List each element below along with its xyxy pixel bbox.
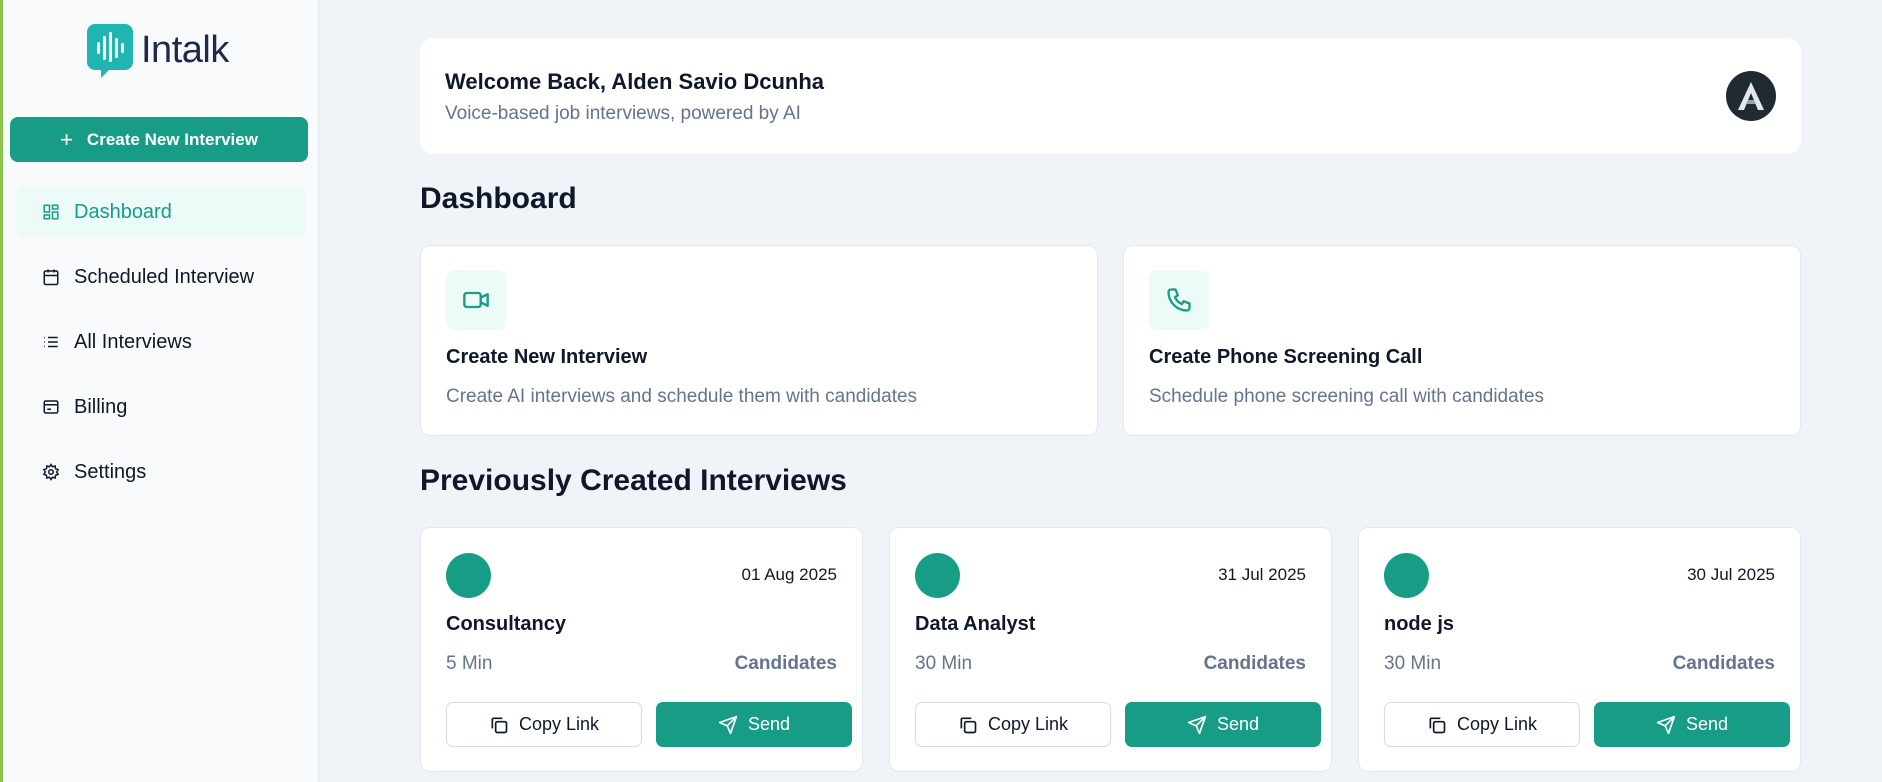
interview-card: 31 Jul 2025 Data Analyst 30 Min Candidat… — [889, 527, 1332, 772]
interview-name: node js — [1384, 613, 1455, 635]
copy-link-button[interactable]: Copy Link — [446, 702, 642, 747]
sidebar-item-billing[interactable]: Billing — [16, 382, 306, 432]
send-icon — [718, 715, 738, 734]
logo[interactable]: Intalk — [87, 24, 229, 78]
copy-link-label: Copy Link — [1456, 714, 1538, 734]
interview-duration: 30 Min — [915, 653, 973, 674]
sidebar-item-label: Scheduled Interview — [74, 265, 255, 288]
interview-avatar — [915, 553, 960, 598]
interview-card: 30 Jul 2025 node js 30 Min Candidates Co… — [1358, 527, 1801, 772]
action-title: Create Phone Screening Call — [1149, 346, 1423, 368]
section-title-previous: Previously Created Interviews — [420, 464, 847, 497]
interview-duration: 30 Min — [1384, 653, 1442, 674]
video-camera-icon — [446, 270, 506, 330]
dashboard-grid-icon — [43, 204, 59, 220]
send-button[interactable]: Send — [656, 702, 852, 747]
sidebar-nav: Dashboard Scheduled Interview All Interv… — [16, 187, 306, 512]
phone-screening-card[interactable]: Create Phone Screening Call Schedule pho… — [1123, 245, 1801, 436]
interview-candidates[interactable]: Candidates — [1204, 653, 1306, 675]
sidebar-item-dashboard[interactable]: Dashboard — [16, 187, 306, 237]
sidebar-item-label: Dashboard — [74, 200, 172, 223]
interview-candidates[interactable]: Candidates — [735, 653, 837, 675]
send-button[interactable]: Send — [1594, 702, 1790, 747]
gear-icon — [42, 463, 60, 481]
action-title: Create New Interview — [446, 346, 648, 368]
interview-name: Consultancy — [446, 613, 567, 635]
sidebar-item-label: Billing — [74, 395, 128, 418]
copy-link-button[interactable]: Copy Link — [1384, 702, 1580, 747]
interview-card: 01 Aug 2025 Consultancy 5 Min Candidates… — [420, 527, 863, 772]
interview-avatar — [446, 553, 491, 598]
list-icon — [44, 336, 58, 348]
logo-text: Intalk — [141, 28, 229, 71]
interview-name: Data Analyst — [915, 613, 1036, 635]
sidebar-item-label: All Interviews — [74, 330, 192, 353]
send-label: Send — [1216, 714, 1260, 734]
welcome-header: Welcome Back, Alden Savio Dcunha Voice-b… — [420, 38, 1801, 154]
plus-icon: + — [60, 126, 73, 152]
phone-icon — [1149, 270, 1209, 330]
sidebar-item-label: Settings — [74, 460, 147, 483]
welcome-title: Welcome Back, Alden Savio Dcunha — [445, 69, 825, 94]
send-icon — [1187, 715, 1207, 734]
sidebar-item-scheduled-interview[interactable]: Scheduled Interview — [16, 252, 306, 302]
send-label: Send — [747, 714, 791, 734]
interview-date: 30 Jul 2025 — [1687, 565, 1775, 584]
copy-link-label: Copy Link — [987, 714, 1069, 734]
copy-icon — [491, 717, 508, 733]
create-new-interview-button[interactable]: + Create New Interview — [10, 117, 308, 162]
action-description: Create AI interviews and schedule them w… — [446, 386, 918, 407]
interview-candidates[interactable]: Candidates — [1673, 653, 1775, 675]
wallet-icon — [43, 400, 59, 414]
sidebar: Intalk + Create New Interview Dashboard … — [3, 0, 319, 782]
avatar-letter-icon — [1738, 82, 1764, 110]
copy-link-label: Copy Link — [518, 714, 600, 734]
logo-mic-icon — [87, 24, 133, 78]
sidebar-item-settings[interactable]: Settings — [16, 447, 306, 497]
interview-date: 01 Aug 2025 — [741, 565, 837, 584]
interview-duration: 5 Min — [446, 653, 493, 674]
copy-link-button[interactable]: Copy Link — [915, 702, 1111, 747]
send-label: Send — [1685, 714, 1729, 734]
page-title: Dashboard — [420, 182, 577, 215]
action-description: Schedule phone screening call with candi… — [1149, 386, 1545, 407]
sidebar-item-all-interviews[interactable]: All Interviews — [16, 317, 306, 367]
interview-date: 31 Jul 2025 — [1218, 565, 1306, 584]
create-interview-card[interactable]: Create New Interview Create AI interview… — [420, 245, 1098, 436]
create-new-interview-label: Create New Interview — [86, 129, 258, 149]
copy-icon — [1429, 717, 1446, 733]
send-icon — [1656, 715, 1676, 734]
copy-icon — [960, 717, 977, 733]
avatar[interactable] — [1726, 71, 1776, 121]
welcome-subtitle: Voice-based job interviews, powered by A… — [445, 103, 801, 124]
send-button[interactable]: Send — [1125, 702, 1321, 747]
calendar-icon — [43, 269, 59, 286]
interview-avatar — [1384, 553, 1429, 598]
